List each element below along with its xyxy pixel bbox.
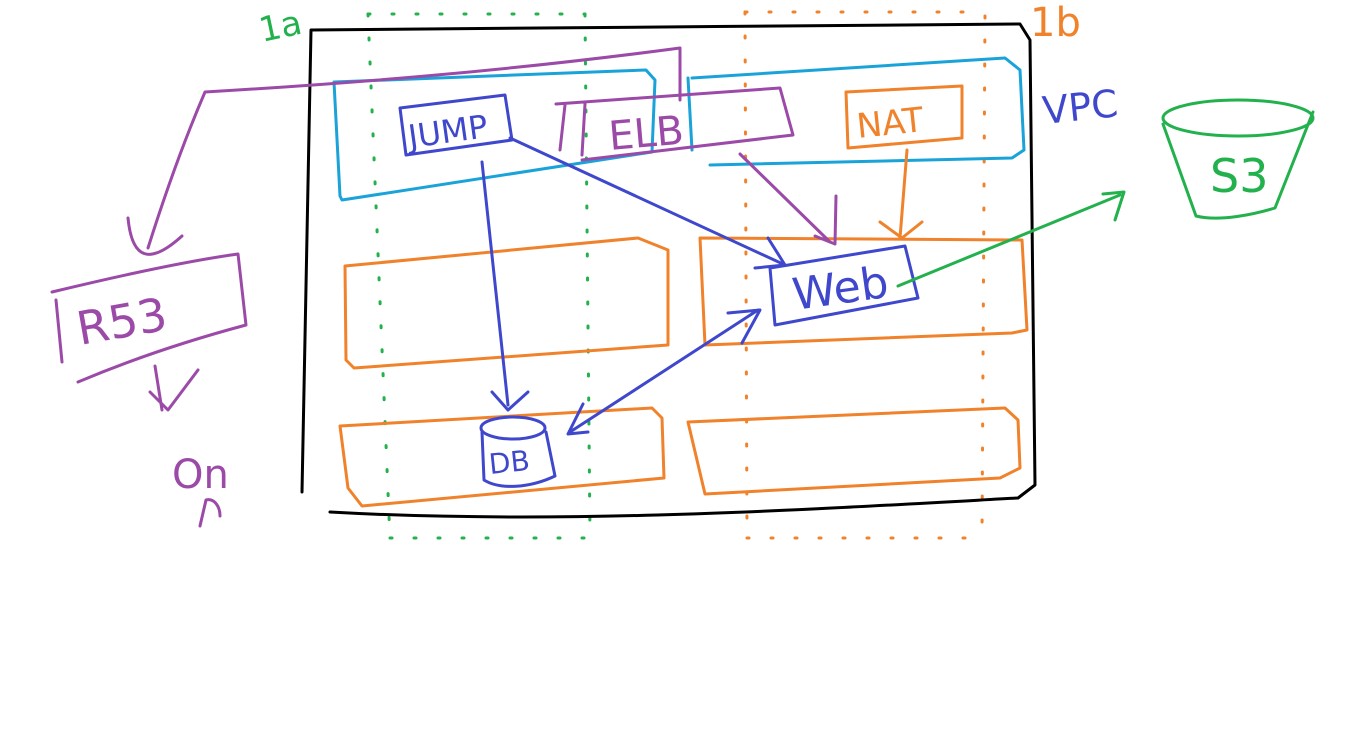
- r53-label: R53: [73, 287, 172, 356]
- az-1a-label: 1a: [256, 3, 306, 51]
- private-subnet-1a-app: [343, 236, 670, 370]
- nat-label: NAT: [855, 100, 926, 147]
- private-subnet-1b-data: [686, 406, 1022, 496]
- az-1b-label: 1b: [1030, 0, 1081, 46]
- elb-label: ELB: [607, 108, 686, 160]
- vpc-label: VPC: [1040, 81, 1120, 133]
- elb-to-web-arrow: [738, 152, 838, 246]
- db-label: DB: [487, 444, 531, 481]
- jump-to-db-arrow: [480, 160, 530, 412]
- web-label: Web: [789, 257, 891, 321]
- public-subnet-1a: [332, 68, 657, 202]
- on-prem-stroke: [198, 498, 222, 528]
- subnet-divider: [686, 76, 694, 152]
- nat-to-web-arrow: [878, 148, 924, 240]
- az-1a-boundary: [366, 12, 594, 542]
- s3-label: S3: [1210, 149, 1268, 203]
- r53-to-onprem-arrow: [148, 364, 200, 412]
- architecture-sketch: 1a 1b VPC JUMP ELB NAT Web DB R53 S3 On: [50, 0, 1315, 542]
- web-db-arrow: [566, 308, 762, 436]
- jump-label: JUMP: [404, 107, 490, 156]
- on-prem-label: On: [172, 452, 229, 498]
